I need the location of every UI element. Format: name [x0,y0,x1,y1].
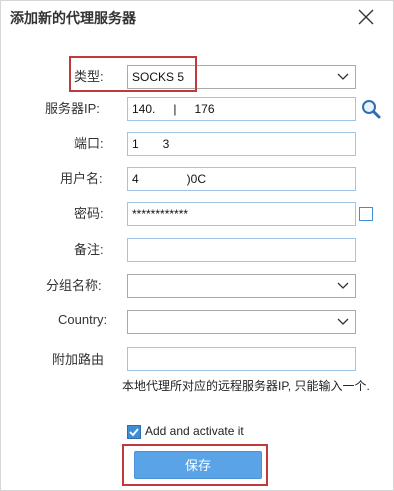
username-label: 用户名: [60,171,103,186]
route-input[interactable] [127,347,356,371]
port-label: 端口: [74,136,104,151]
password-input[interactable]: ************ [127,202,356,226]
note-label: 备注: [74,242,104,257]
type-value: SOCKS 5 [132,70,185,84]
group-select[interactable] [127,274,356,298]
chevron-down-icon [337,281,349,291]
country-select[interactable] [127,310,356,334]
add-proxy-dialog: 添加新的代理服务器 类型: SOCKS 5 服务器IP: 140. | 176 … [0,0,394,491]
close-button[interactable] [353,5,379,29]
country-label: Country: [58,312,108,327]
route-label: 附加路由 [52,352,105,367]
close-icon [358,9,374,25]
show-password-checkbox[interactable] [359,207,373,221]
note-input[interactable] [127,238,356,262]
type-select[interactable]: SOCKS 5 [127,65,356,89]
search-icon[interactable] [360,98,382,120]
username-input[interactable]: 4 )0C [127,167,356,191]
activate-checkbox[interactable] [127,425,141,439]
password-label: 密码: [74,206,104,221]
port-input[interactable]: 1 3 [127,132,356,156]
group-label: 分组名称: [46,278,102,293]
type-label: 类型: [74,69,104,84]
dialog-title: 添加新的代理服务器 [10,10,136,26]
save-button[interactable]: 保存 [134,451,262,479]
route-hint: 本地代理所对应的远程服务器IP, 只能输入一个. [122,379,370,393]
server-ip-input[interactable]: 140. | 176 [127,97,356,121]
chevron-down-icon [337,317,349,327]
activate-label: Add and activate it [145,424,244,438]
server-ip-label: 服务器IP: [45,101,100,116]
chevron-down-icon [337,72,349,82]
check-icon [129,428,139,437]
